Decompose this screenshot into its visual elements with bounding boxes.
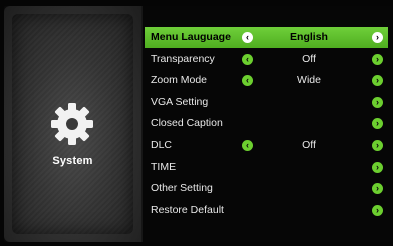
chevron-right-icon[interactable]: ›: [372, 161, 383, 173]
menu-item-label: Restore Default: [151, 203, 224, 216]
menu-item-value: Off: [302, 52, 316, 65]
menu-item-time[interactable]: TIME ›: [145, 157, 388, 178]
menu-item-menu-language[interactable]: Menu Lauguage ‹ English ›: [145, 27, 388, 48]
chevron-right-icon[interactable]: ›: [372, 183, 383, 195]
menu-item-label: DLC: [151, 138, 173, 151]
menu-item-label: Other Setting: [151, 182, 213, 195]
chevron-left-icon[interactable]: ‹: [242, 75, 253, 87]
chevron-left-icon[interactable]: ‹: [242, 32, 253, 43]
menu-item-other-setting[interactable]: Other Setting ›: [145, 178, 388, 199]
menu-item-label: TIME: [151, 160, 177, 173]
chevron-left-icon[interactable]: ‹: [242, 53, 253, 65]
menu-item-transparency[interactable]: Transparency ‹ Off ›: [145, 49, 388, 70]
settings-menu: Menu Lauguage ‹ English › Transparency ‹…: [145, 27, 388, 221]
menu-item-closed-caption[interactable]: Closed Caption ›: [145, 113, 388, 134]
menu-item-label: Transparency: [151, 52, 215, 65]
menu-item-label: VGA Setting: [151, 95, 209, 108]
chevron-right-icon[interactable]: ›: [372, 53, 383, 65]
menu-item-restore-default[interactable]: Restore Default ›: [145, 200, 388, 221]
chevron-right-icon[interactable]: ›: [372, 118, 383, 130]
chevron-right-icon[interactable]: ›: [372, 75, 383, 87]
menu-item-value: English: [290, 31, 328, 43]
menu-item-vga-setting[interactable]: VGA Setting ›: [145, 92, 388, 113]
chevron-right-icon[interactable]: ›: [372, 32, 383, 43]
menu-item-dlc[interactable]: DLC ‹ Off ›: [145, 135, 388, 156]
menu-item-value: Off: [302, 138, 316, 151]
chevron-left-icon[interactable]: ‹: [242, 139, 253, 151]
menu-item-label: Zoom Mode: [151, 74, 208, 87]
menu-item-value: Wide: [297, 74, 321, 87]
chevron-right-icon[interactable]: ›: [372, 96, 383, 108]
chevron-right-icon[interactable]: ›: [372, 204, 383, 216]
chevron-right-icon[interactable]: ›: [372, 139, 383, 151]
menu-item-label: Menu Lauguage: [151, 31, 231, 43]
gear-icon: [51, 103, 93, 145]
menu-item-zoom-mode[interactable]: Zoom Mode ‹ Wide ›: [145, 70, 388, 91]
category-panel[interactable]: System: [4, 6, 141, 242]
osd-screen: System Menu Lauguage ‹ English › Transpa…: [0, 0, 393, 246]
menu-item-label: Closed Caption: [151, 117, 223, 130]
category-label: System: [52, 155, 93, 167]
